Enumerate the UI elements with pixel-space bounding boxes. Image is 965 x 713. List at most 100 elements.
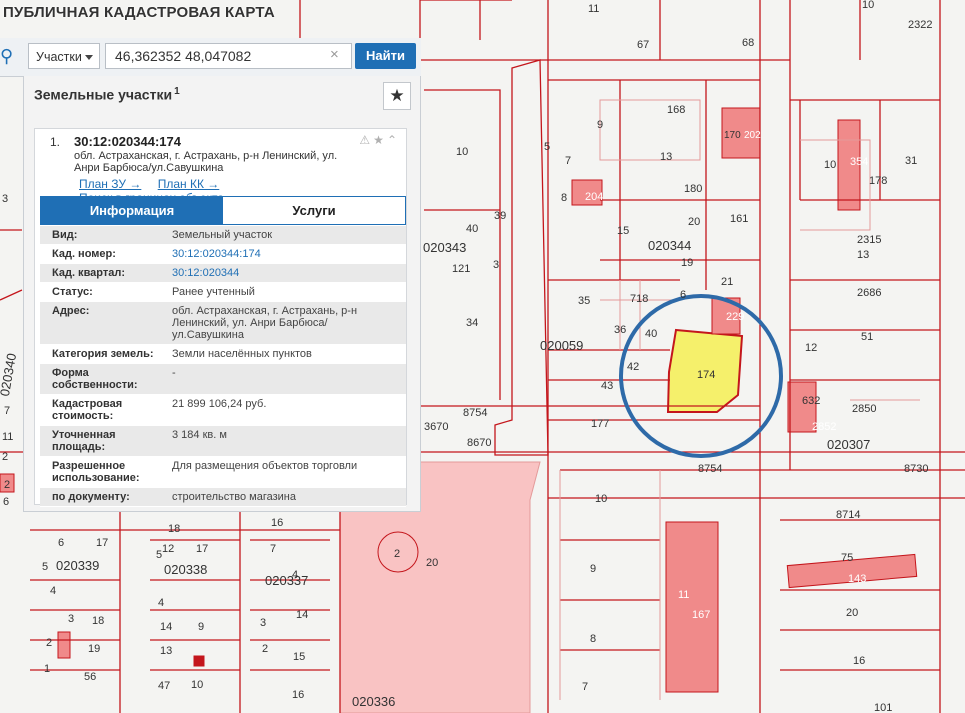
table-row: Кадастровая стоимость: 21 899 106,24 руб.: [40, 395, 406, 426]
svg-text:143: 143: [848, 573, 866, 585]
svg-text:8754: 8754: [463, 407, 487, 419]
svg-text:5: 5: [42, 561, 48, 573]
result-count: 1: [174, 86, 180, 97]
svg-text:3: 3: [493, 259, 499, 271]
property-key: Разрешенное использование:: [52, 460, 140, 484]
svg-text:8730: 8730: [904, 463, 928, 475]
svg-text:2322: 2322: [908, 19, 932, 31]
svg-text:6: 6: [3, 496, 9, 508]
property-value-link[interactable]: 30:12:020344:174: [160, 245, 406, 263]
property-value: обл. Астраханская, г. Астрахань, р-н Лен…: [172, 305, 358, 341]
property-key: Статус:: [52, 286, 93, 298]
svg-text:6: 6: [680, 289, 686, 301]
svg-text:39: 39: [494, 210, 506, 222]
svg-text:229: 229: [726, 311, 744, 323]
svg-text:4: 4: [50, 585, 56, 597]
plan-zu-link[interactable]: План ЗУ →: [79, 177, 141, 191]
chevron-up-icon[interactable]: ⌃: [387, 133, 400, 147]
app-title: ПУБЛИЧНАЯ КАДАСТРОВАЯ КАРТА: [3, 4, 275, 21]
svg-text:2686: 2686: [857, 287, 881, 299]
favorite-button[interactable]: ★: [383, 82, 411, 110]
svg-text:161: 161: [730, 213, 748, 225]
svg-text:12: 12: [805, 342, 817, 354]
svg-text:11: 11: [2, 431, 13, 443]
svg-text:3: 3: [260, 617, 266, 629]
svg-text:20: 20: [688, 216, 700, 228]
svg-text:19: 19: [681, 257, 693, 269]
svg-text:18: 18: [92, 615, 104, 627]
svg-text:204: 204: [585, 191, 603, 203]
svg-text:15: 15: [617, 225, 629, 237]
svg-text:020344: 020344: [648, 238, 691, 253]
svg-text:020307: 020307: [827, 437, 870, 452]
svg-text:3: 3: [68, 613, 74, 625]
svg-text:42: 42: [627, 361, 639, 373]
search-icon[interactable]: ⚲: [0, 46, 16, 66]
search-bar: ⚲ Участки × Найти: [0, 38, 421, 77]
table-row: Форма собственности: -: [40, 364, 406, 395]
svg-text:43: 43: [601, 380, 613, 392]
svg-text:8: 8: [561, 192, 567, 204]
svg-text:718: 718: [630, 293, 648, 305]
search-type-select[interactable]: Участки: [28, 43, 100, 69]
svg-text:13: 13: [660, 151, 672, 163]
svg-text:5: 5: [156, 549, 162, 561]
svg-text:2850: 2850: [852, 403, 876, 415]
svg-text:40: 40: [645, 328, 657, 340]
svg-text:168: 168: [667, 104, 685, 116]
star-icon[interactable]: ★: [373, 133, 387, 147]
property-key: Уточненная площадь:: [52, 429, 116, 453]
property-value-link[interactable]: 30:12:020344: [160, 264, 406, 282]
chevron-down-icon: [85, 55, 93, 60]
svg-text:632: 632: [802, 395, 820, 407]
svg-text:20: 20: [846, 607, 858, 619]
svg-text:177: 177: [591, 418, 609, 430]
property-value: 3 184 кв. м: [172, 429, 227, 441]
result-cad-number[interactable]: 30:12:020344:174: [74, 134, 181, 149]
svg-text:12: 12: [162, 543, 174, 555]
svg-text:178: 178: [869, 175, 887, 187]
svg-text:8670: 8670: [467, 437, 491, 449]
svg-text:10: 10: [595, 493, 607, 505]
property-key: по документу:: [52, 491, 130, 503]
svg-text:2: 2: [46, 637, 52, 649]
svg-text:67: 67: [637, 39, 649, 51]
svg-text:16: 16: [853, 655, 865, 667]
panel-title-text: Земельные участки: [34, 86, 173, 103]
plan-kk-link[interactable]: План КК →: [158, 177, 220, 191]
svg-text:56: 56: [84, 671, 96, 683]
svg-text:2315: 2315: [857, 234, 881, 246]
svg-text:5: 5: [544, 141, 550, 153]
star-icon: ★: [389, 86, 405, 105]
svg-text:17: 17: [196, 543, 208, 555]
svg-text:8754: 8754: [698, 463, 722, 475]
search-input[interactable]: [105, 43, 352, 69]
search-type-label: Участки: [36, 50, 82, 64]
svg-text:47: 47: [158, 680, 170, 692]
property-key: Адрес:: [52, 305, 90, 317]
property-key: Кад. номер:: [52, 248, 116, 260]
close-icon[interactable]: ×: [330, 47, 339, 62]
table-row: Статус: Ранее учтенный: [40, 283, 406, 302]
table-row: Кад. квартал: 30:12:020344: [40, 264, 406, 283]
tab-services[interactable]: Услуги: [223, 197, 405, 224]
svg-text:68: 68: [742, 37, 754, 49]
svg-text:2: 2: [2, 451, 8, 463]
table-row: по документу: строительство магазина: [40, 488, 406, 507]
svg-text:7: 7: [4, 405, 10, 417]
svg-text:020336: 020336: [352, 694, 395, 709]
svg-text:4: 4: [158, 597, 164, 609]
tab-info[interactable]: Информация: [41, 197, 223, 224]
svg-text:167: 167: [692, 609, 710, 621]
warning-icon[interactable]: ⚠: [359, 133, 373, 147]
svg-text:10: 10: [191, 679, 203, 691]
svg-text:13: 13: [160, 645, 172, 657]
svg-text:9: 9: [590, 563, 596, 575]
svg-text:170: 170: [724, 130, 741, 141]
svg-text:10: 10: [862, 0, 874, 11]
result-index: 1.: [50, 135, 61, 149]
svg-text:10: 10: [456, 146, 468, 158]
search-button[interactable]: Найти: [355, 43, 416, 69]
property-key: Кад. квартал:: [52, 267, 126, 279]
svg-text:17: 17: [96, 537, 108, 549]
